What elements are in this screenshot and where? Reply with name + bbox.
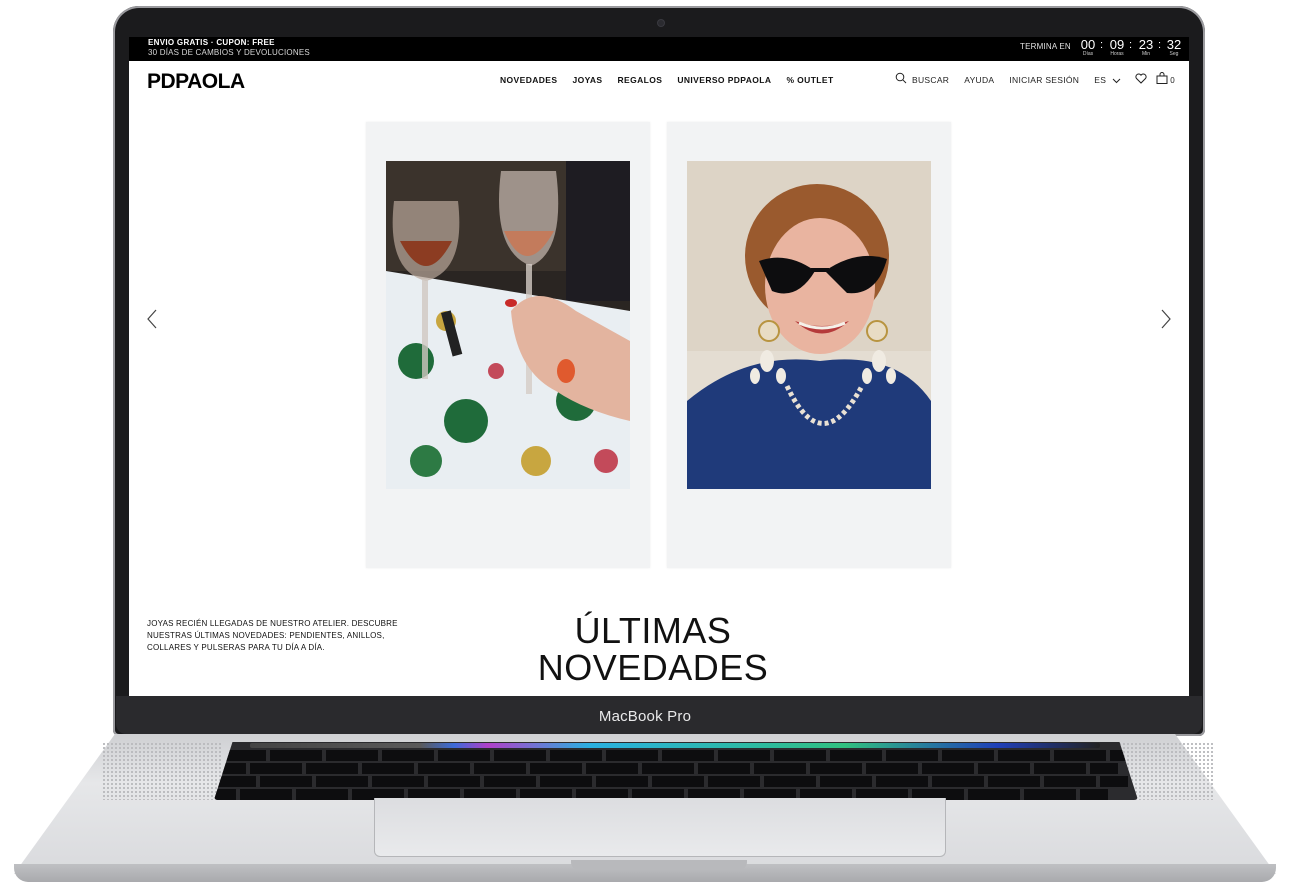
countdown-caption: Días	[1082, 51, 1094, 57]
heart-icon[interactable]	[1135, 71, 1147, 89]
browser-screen: ENVIO GRATIS · CUPON: FREE 30 DÍAS DE CA…	[129, 37, 1189, 696]
login-link[interactable]: INICIAR SESIÓN	[1009, 75, 1079, 85]
hero-title-line2: NOVEDADES	[537, 647, 769, 688]
countdown-label: TERMINA EN	[1020, 42, 1071, 51]
countdown-separator: :	[1158, 39, 1162, 51]
countdown-minutes: 23 Min	[1134, 38, 1158, 58]
product-photo-wine	[386, 161, 630, 489]
hero-title-line1: ÚLTIMAS	[574, 610, 732, 651]
countdown-caption: Min	[1141, 51, 1151, 57]
promo-returns-text: 30 DÍAS DE CAMBIOS Y DEVOLUCIONES	[148, 48, 310, 57]
site-header: PDPAOLA NOVEDADES JOYAS REGALOS UNIVERSO…	[129, 61, 1189, 101]
promo-bar: ENVIO GRATIS · CUPON: FREE 30 DÍAS DE CA…	[129, 37, 1189, 61]
polaroid-card[interactable]	[667, 122, 951, 568]
countdown-caption: Seg	[1169, 51, 1179, 57]
countdown-value: 00	[1080, 37, 1096, 52]
countdown-value: 23	[1138, 37, 1154, 52]
speaker-grille	[102, 742, 222, 800]
touch-bar	[250, 743, 1100, 748]
bag-icon[interactable]	[1156, 71, 1168, 89]
header-utilities: BUSCAR AYUDA INICIAR SESIÓN ES 0	[895, 71, 1175, 89]
promo-shipping-text: ENVIO GRATIS · CUPON: FREE	[148, 38, 275, 47]
hero-description: JOYAS RECIÉN LLEGADAS DE NUESTRO ATELIER…	[147, 619, 398, 652]
trackpad	[374, 798, 946, 857]
cart-count[interactable]: 0	[1170, 76, 1175, 85]
camera	[658, 20, 664, 26]
keyboard	[214, 742, 1138, 800]
language-selector[interactable]: ES	[1094, 75, 1106, 85]
countdown-value: 09	[1109, 37, 1125, 52]
search-button[interactable]: BUSCAR	[912, 75, 949, 85]
chevron-right-icon[interactable]	[1160, 309, 1172, 335]
product-photo-portrait	[687, 161, 931, 489]
nav-item-outlet[interactable]: % OUTLET	[786, 75, 833, 85]
countdown-hours: 09 Horas	[1105, 38, 1129, 58]
chevron-left-icon[interactable]	[146, 309, 158, 335]
chevron-down-icon[interactable]	[1112, 71, 1121, 89]
laptop-notch	[571, 860, 747, 870]
search-icon[interactable]	[895, 71, 907, 89]
key-row	[214, 750, 1138, 761]
hero-title: ÚLTIMAS NOVEDADES	[503, 612, 803, 686]
countdown-caption: Horas	[1110, 51, 1124, 57]
countdown-separator: :	[1129, 39, 1133, 51]
nav-item-regalos[interactable]: REGALOS	[618, 75, 663, 85]
countdown-days: 00 Días	[1076, 38, 1100, 58]
polaroid-card[interactable]	[366, 122, 650, 568]
countdown-seconds: 32 Seg	[1162, 38, 1186, 58]
key-row	[214, 763, 1118, 774]
site-logo[interactable]: PDPAOLA	[147, 70, 245, 94]
nav-item-novedades[interactable]: NOVEDADES	[500, 75, 557, 85]
hero-carousel	[129, 101, 1189, 601]
device-label: MacBook Pro	[598, 708, 692, 725]
countdown-separator: :	[1100, 39, 1104, 51]
key-row	[214, 776, 1128, 787]
help-link[interactable]: AYUDA	[964, 75, 994, 85]
countdown-value: 32	[1166, 37, 1182, 52]
main-nav: NOVEDADES JOYAS REGALOS UNIVERSO PDPAOLA…	[500, 75, 849, 85]
laptop-base	[14, 734, 1276, 882]
nav-item-joyas[interactable]: JOYAS	[572, 75, 602, 85]
nav-item-universo[interactable]: UNIVERSO PDPAOLA	[677, 75, 771, 85]
